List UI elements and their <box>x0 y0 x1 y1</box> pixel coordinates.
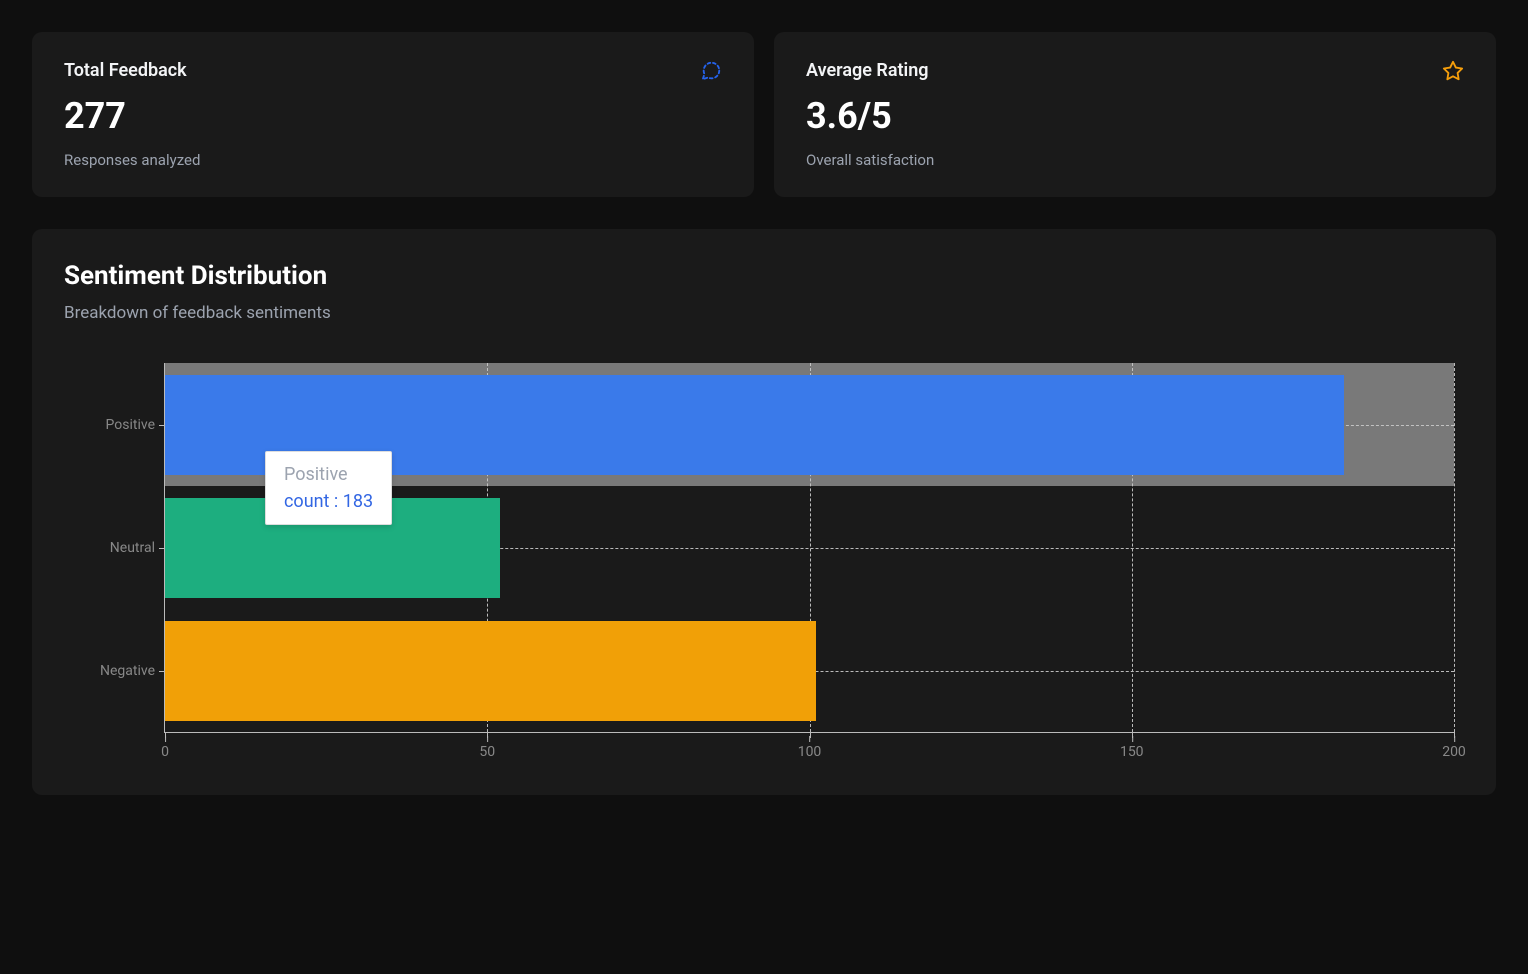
total-feedback-value: 277 <box>64 95 722 137</box>
x-tick-label: 0 <box>161 744 169 760</box>
y-tick-label: Positive <box>106 417 155 433</box>
x-tick-label: 50 <box>479 744 495 760</box>
total-feedback-card: Total Feedback 277 Responses analyzed <box>32 32 754 197</box>
y-tick-label: Negative <box>100 663 155 679</box>
tooltip-value: count : 183 <box>284 491 373 512</box>
panel-title: Sentiment Distribution <box>64 261 1464 291</box>
tooltip-label: Positive <box>284 464 373 485</box>
tooltip-value-number: 183 <box>343 491 373 512</box>
x-tick-label: 100 <box>798 744 822 760</box>
average-rating-card: Average Rating 3.6/5 Overall satisfactio… <box>774 32 1496 197</box>
star-icon <box>1442 60 1464 82</box>
total-feedback-title: Total Feedback <box>64 60 187 81</box>
average-rating-sub: Overall satisfaction <box>806 151 1464 169</box>
tooltip-value-prefix: count : <box>284 491 343 512</box>
chart-tooltip: Positive count : 183 <box>265 451 392 525</box>
gridline-v <box>1454 363 1455 732</box>
x-tick-label: 200 <box>1442 744 1466 760</box>
chart-plot: Positive Neutral Negative 0 50 100 150 2… <box>164 363 1454 733</box>
average-rating-title: Average Rating <box>806 60 929 81</box>
average-rating-value: 3.6/5 <box>806 95 1464 137</box>
panel-subtitle: Breakdown of feedback sentiments <box>64 303 1464 323</box>
x-tick-label: 150 <box>1120 744 1144 760</box>
sentiment-distribution-panel: Sentiment Distribution Breakdown of feed… <box>32 229 1496 795</box>
chart-area[interactable]: Positive Neutral Negative 0 50 100 150 2… <box>164 363 1454 763</box>
y-tick-label: Neutral <box>110 540 155 556</box>
bar-negative[interactable] <box>165 621 816 721</box>
stat-cards-row: Total Feedback 277 Responses analyzed Av… <box>32 32 1496 197</box>
message-circle-icon <box>700 60 722 82</box>
total-feedback-sub: Responses analyzed <box>64 151 722 169</box>
